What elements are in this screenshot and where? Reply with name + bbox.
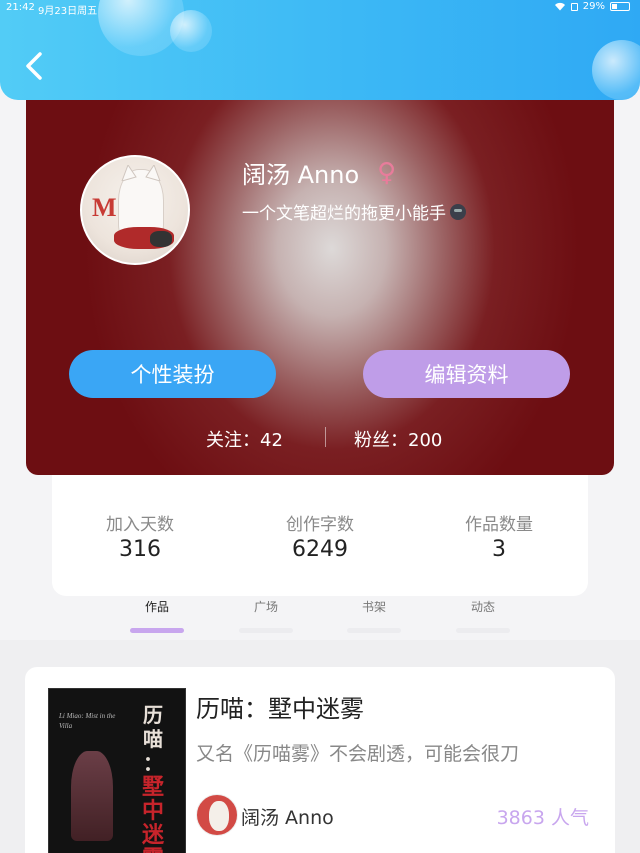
- decor-bubble: [592, 40, 640, 100]
- status-right: 29%: [554, 1, 630, 12]
- stat-value: 316: [119, 537, 161, 562]
- status-time: 21:42: [6, 2, 35, 13]
- stat-label: 作品数量: [465, 515, 533, 535]
- work-card[interactable]: Li Miao: Mist in the Villa 历 喵 ： 墅 中 迷 雾…: [25, 667, 615, 853]
- avatar-cat: [150, 231, 172, 247]
- stat-word-count: 创作字数 6249: [240, 510, 400, 562]
- profile-card: M 阔汤 Anno ♀ 一个文笔超烂的拖更小能手 个性装扮 编辑资料 关注：42…: [26, 85, 614, 475]
- cover-char: 迷: [141, 822, 164, 848]
- stat-value: 3: [492, 537, 506, 562]
- stat-label: 创作字数: [286, 515, 354, 535]
- tab-indicator: [347, 628, 401, 633]
- cover-english-title: Li Miao: Mist in the Villa: [59, 712, 116, 730]
- cover-char: 历: [143, 703, 163, 727]
- tab-bar: 作品 广场 书架 动态: [0, 598, 640, 638]
- cover-char: ：: [143, 751, 163, 775]
- fans-count[interactable]: 粉丝：200: [354, 426, 442, 452]
- stat-join-days: 加入天数 316: [60, 510, 220, 562]
- bio-row: 一个文笔超烂的拖更小能手: [242, 199, 466, 224]
- wifi-icon: [554, 2, 565, 11]
- author-name[interactable]: 阔汤 Anno: [241, 803, 334, 830]
- avatar[interactable]: M: [80, 155, 190, 265]
- tab-label: 作品: [144, 600, 169, 614]
- book-cover[interactable]: Li Miao: Mist in the Villa 历 喵 ： 墅 中 迷 雾: [48, 688, 186, 853]
- tab-label: 动态: [470, 600, 495, 614]
- tab-indicator: [239, 628, 293, 633]
- work-title[interactable]: 历喵：墅中迷雾: [196, 689, 364, 724]
- work-description: 又名《历喵雾》不会剧透，可能会很刀: [196, 743, 520, 765]
- cat-ears-icon: [121, 165, 161, 181]
- tab-works[interactable]: 作品: [129, 598, 185, 633]
- status-bar: 21:42 9月23日周五 29%: [0, 0, 640, 17]
- username-row: 阔汤 Anno ♀: [242, 155, 396, 190]
- tab-indicator: [456, 628, 510, 633]
- female-icon: ♀: [377, 157, 397, 188]
- stat-label: 加入天数: [106, 515, 174, 535]
- following-count[interactable]: 关注：42: [206, 426, 283, 452]
- tab-bookshelf[interactable]: 书架: [346, 598, 402, 633]
- bio-text: 一个文笔超烂的拖更小能手: [242, 204, 446, 224]
- tab-indicator: [130, 628, 184, 633]
- tab-activity[interactable]: 动态: [455, 598, 511, 633]
- edit-profile-button[interactable]: 编辑资料: [363, 350, 570, 398]
- tab-square[interactable]: 广场: [238, 598, 294, 633]
- decor-bubble: [170, 10, 212, 52]
- battery-percent: 29%: [582, 1, 605, 12]
- cover-char: 喵: [143, 727, 163, 751]
- battery-icon: [610, 2, 630, 11]
- username: 阔汤 Anno: [242, 161, 360, 189]
- top-header: 21:42 9月23日周五 29%: [0, 0, 640, 100]
- cover-char: 中: [141, 798, 164, 824]
- back-arrow-icon[interactable]: [22, 50, 48, 82]
- cover-title-red: 墅 中 迷 雾: [141, 775, 165, 853]
- cover-chair: [71, 751, 113, 841]
- stat-value: 6249: [292, 537, 348, 562]
- author-avatar[interactable]: [196, 794, 238, 836]
- pigeon-icon: [450, 203, 466, 220]
- stat-works-count: 作品数量 3: [419, 510, 579, 562]
- stats-card: 加入天数 316 创作字数 6249 作品数量 3: [52, 470, 588, 596]
- status-date: 9月23日周五: [38, 6, 98, 17]
- cover-char: 墅: [141, 774, 164, 800]
- popularity-count: 3863 人气: [496, 807, 589, 829]
- avatar-figure: [209, 801, 229, 831]
- dress-up-button[interactable]: 个性装扮: [69, 350, 276, 398]
- lock-icon: [570, 2, 578, 11]
- avatar-badge: M: [92, 193, 117, 222]
- cover-char: 雾: [141, 847, 165, 853]
- cover-title-white: 历 喵 ：: [141, 703, 165, 775]
- tab-label: 书架: [361, 600, 386, 614]
- tab-label: 广场: [253, 600, 278, 614]
- divider: [325, 427, 326, 447]
